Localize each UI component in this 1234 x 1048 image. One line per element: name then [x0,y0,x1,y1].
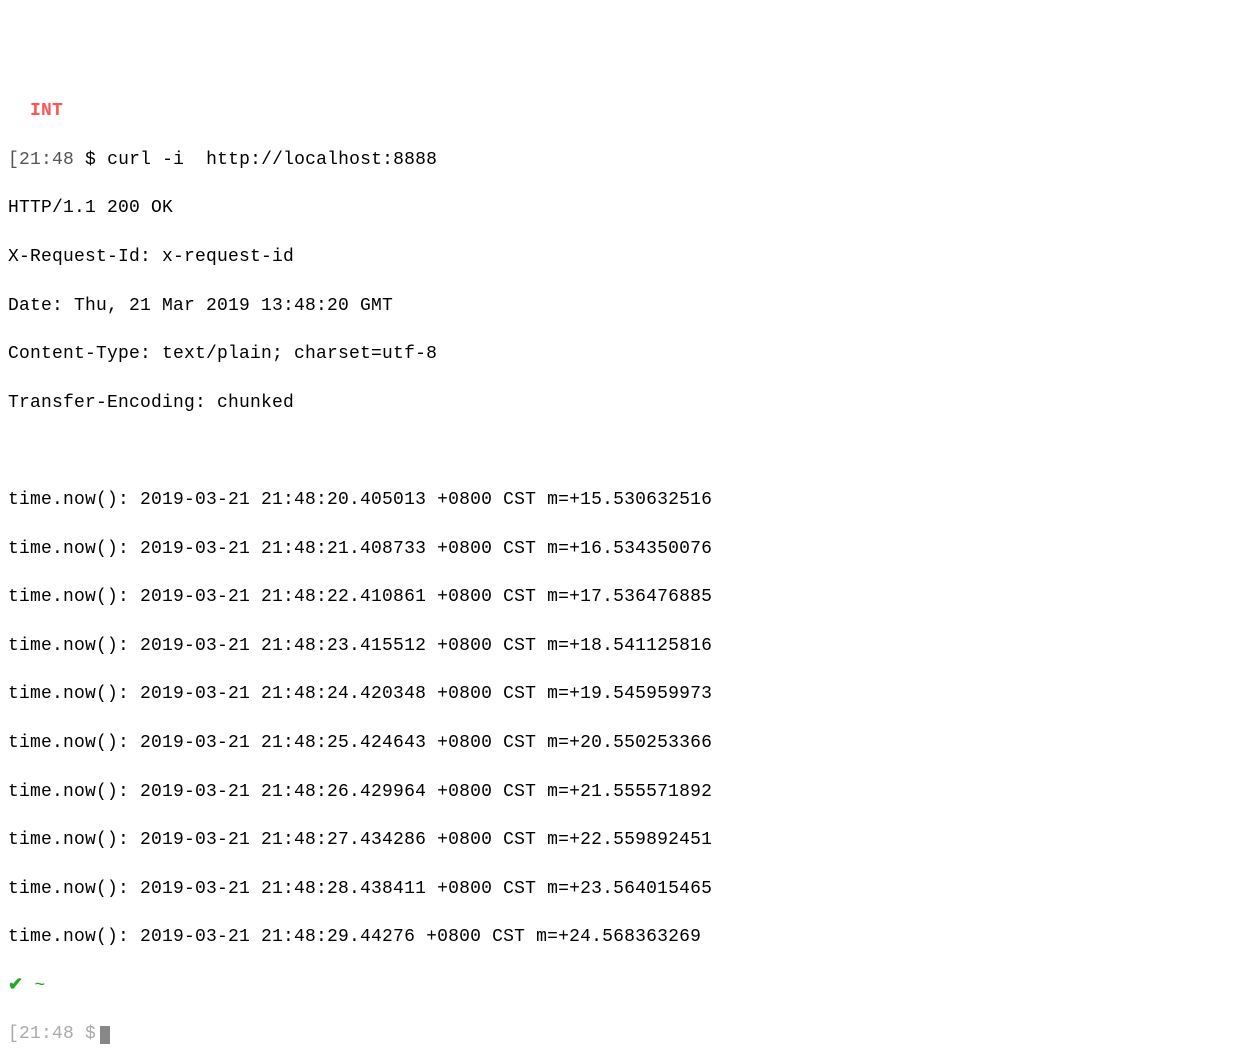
body-line: time.now(): 2019-03-21 21:48:29.44276 +0… [8,925,1226,949]
http-header: Date: Thu, 21 Mar 2019 13:48:20 GMT [8,294,1226,318]
body-line: time.now(): 2019-03-21 21:48:26.429964 +… [8,780,1226,804]
cursor-icon [100,1026,110,1044]
http-header: Transfer-Encoding: chunked [8,391,1226,415]
prompt-symbol: $ [85,1024,96,1044]
prompt-time: 21:48 [19,150,74,170]
http-header: X-Request-Id: x-request-id [8,245,1226,269]
command-line[interactable]: [21:48 $ curl -i http://localhost:8888 [8,148,1226,172]
prompt-open-bracket: [ [8,1024,19,1044]
command-text: curl -i http://localhost:8888 [107,150,437,170]
blank-line [8,439,1226,463]
body-line: time.now(): 2019-03-21 21:48:27.434286 +… [8,828,1226,852]
prompt-open-bracket: [ [8,150,19,170]
body-line: time.now(): 2019-03-21 21:48:28.438411 +… [8,877,1226,901]
prompt-time: 21:48 [19,1024,74,1044]
body-line: time.now(): 2019-03-21 21:48:21.408733 +… [8,537,1226,561]
body-line: time.now(): 2019-03-21 21:48:20.405013 +… [8,488,1226,512]
status-line: ✔ ~ [8,974,1226,998]
interrupt-marker: INT [8,99,1226,123]
next-prompt[interactable]: [21:48 $ [8,1022,1226,1046]
cwd-tilde: ~ [34,976,45,996]
body-line: time.now(): 2019-03-21 21:48:23.415512 +… [8,634,1226,658]
body-line: time.now(): 2019-03-21 21:48:22.410861 +… [8,585,1226,609]
body-line: time.now(): 2019-03-21 21:48:24.420348 +… [8,682,1226,706]
check-icon: ✔ [8,976,23,996]
prompt-symbol: $ [85,150,96,170]
http-status-line: HTTP/1.1 200 OK [8,196,1226,220]
body-line: time.now(): 2019-03-21 21:48:25.424643 +… [8,731,1226,755]
http-header: Content-Type: text/plain; charset=utf-8 [8,342,1226,366]
